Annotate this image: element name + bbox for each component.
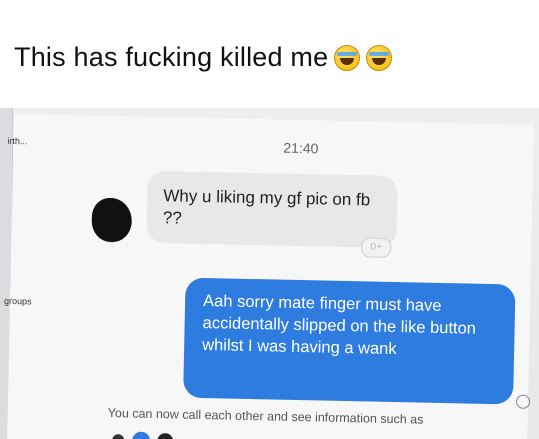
outgoing-message-text: Aah sorry mate finger must have accident… [202,292,477,359]
messenger-screen: irth... groups 21:40 Why u liking my gf … [3,114,534,439]
side-label-groups: groups [3,295,32,307]
bottom-avatar-icon [131,431,151,439]
outgoing-message-bubble[interactable]: Aah sorry mate finger must have accident… [183,277,516,405]
meme-caption: This has fucking killed me [14,42,393,73]
seen-indicator-icon [515,394,531,409]
caption-text: This has fucking killed me [14,42,329,72]
side-label-top: irth... [7,135,28,147]
laughing-emoji-icon [366,44,393,71]
incoming-message-bubble[interactable]: Why u liking my gf pic on fb ?? [146,170,398,249]
chat-screenshot-photo: irth... groups 21:40 Why u liking my gf … [0,108,539,439]
message-timestamp: 21:40 [283,139,319,157]
bottom-avatar-icon [157,433,174,439]
reaction-icon[interactable]: 0+ [361,237,392,258]
info-footer-text: You can now call each other and see info… [107,406,424,427]
contact-avatar[interactable] [91,197,133,243]
bottom-avatar-icon [112,434,125,439]
incoming-message-text: Why u liking my gf pic on fb ?? [162,186,371,228]
laughing-emoji-icon [334,44,361,71]
